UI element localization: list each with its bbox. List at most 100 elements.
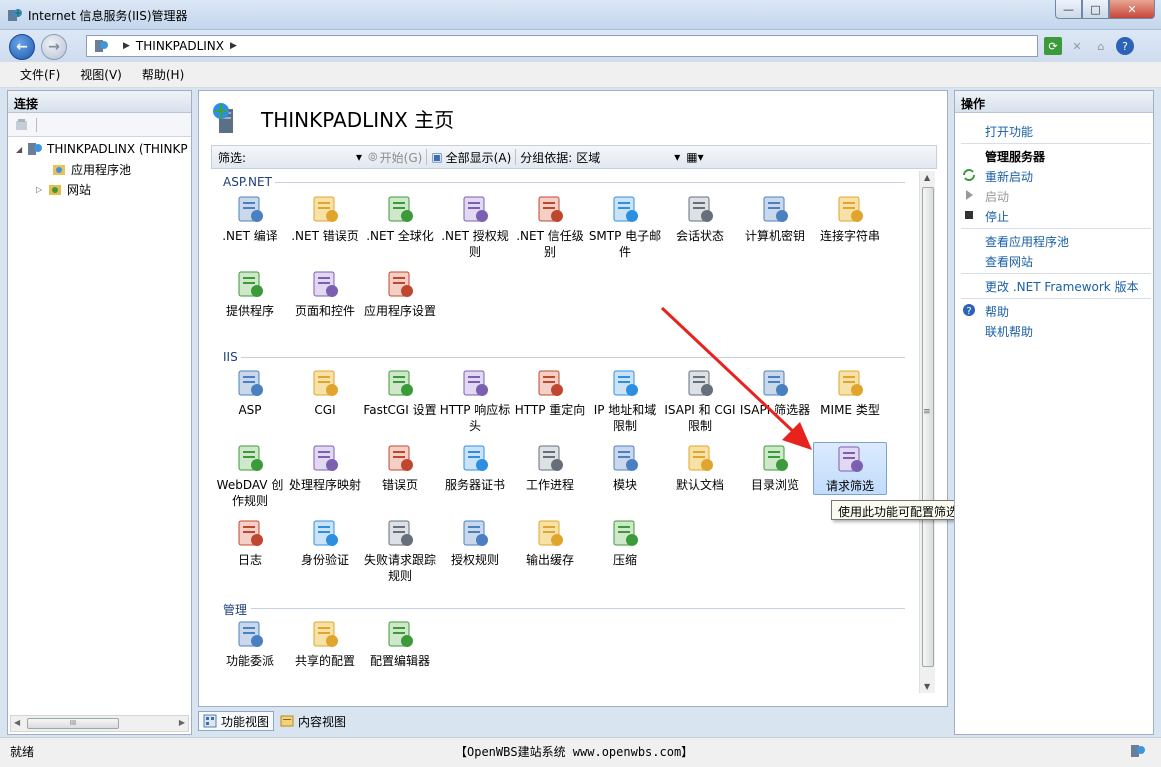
feature-item[interactable]: WebDAV 创作规则 bbox=[213, 442, 287, 509]
feature-item[interactable]: ISAPI 筛选器 bbox=[738, 367, 812, 418]
group-by-select[interactable]: 区域 ▾ bbox=[572, 148, 684, 166]
feature-icon bbox=[463, 196, 488, 222]
restart-link[interactable]: 重新启动 bbox=[985, 168, 1033, 185]
tree-node-label: 网站 bbox=[67, 183, 92, 197]
close-button[interactable]: ✕ bbox=[1109, 0, 1155, 19]
feature-item[interactable]: 请求筛选 bbox=[813, 442, 887, 495]
feature-icon bbox=[463, 370, 488, 396]
online-help-link[interactable]: 联机帮助 bbox=[985, 323, 1033, 340]
feature-item[interactable]: 失败请求跟踪规则 bbox=[363, 517, 437, 584]
feature-item[interactable]: 日志 bbox=[213, 517, 287, 568]
stop-link[interactable]: 停止 bbox=[985, 208, 1009, 225]
feature-icon bbox=[838, 446, 863, 472]
stop-icon[interactable]: ✕ bbox=[1068, 37, 1086, 55]
feature-item[interactable]: HTTP 响应标头 bbox=[438, 367, 512, 434]
feature-label: .NET 全球化 bbox=[366, 229, 434, 243]
home-icon[interactable]: ⌂ bbox=[1092, 37, 1110, 55]
feature-item[interactable]: 默认文档 bbox=[663, 442, 737, 493]
tree-node-sites[interactable]: ▷ 网站 bbox=[36, 181, 91, 198]
change-framework-link[interactable]: 更改 .NET Framework 版本 bbox=[985, 278, 1139, 295]
feature-label: 处理程序映射 bbox=[288, 478, 361, 492]
feature-icon bbox=[838, 370, 863, 396]
tab-features-view[interactable]: 功能视图 bbox=[198, 711, 275, 731]
feature-label: 默认文档 bbox=[675, 478, 724, 492]
start-filter-button[interactable]: 开始(G) bbox=[380, 149, 423, 166]
feature-item[interactable]: 授权规则 bbox=[438, 517, 512, 568]
feature-item[interactable]: 输出缓存 bbox=[513, 517, 587, 568]
breadcrumb-server[interactable]: THINKPADLINX bbox=[136, 39, 224, 53]
feature-item[interactable]: 压缩 bbox=[588, 517, 662, 568]
feature-item[interactable]: 错误页 bbox=[363, 442, 437, 493]
expander-icon[interactable]: ◢ bbox=[16, 145, 25, 154]
feature-item[interactable]: ASP bbox=[213, 367, 287, 418]
menu-help[interactable]: 帮助(H) bbox=[142, 66, 184, 83]
feature-item[interactable]: HTTP 重定向 bbox=[513, 367, 587, 418]
app-pool-icon bbox=[53, 164, 65, 175]
tree-node-server[interactable]: ◢ THINKPADLINX (THINKP bbox=[16, 141, 188, 157]
feature-item[interactable]: 处理程序映射 bbox=[288, 442, 362, 493]
breadcrumb-separator: ▶ bbox=[123, 41, 130, 51]
feature-item[interactable]: CGI bbox=[288, 367, 362, 418]
open-feature-link[interactable]: 打开功能 bbox=[985, 123, 1033, 140]
feature-item[interactable]: 应用程序设置 bbox=[363, 268, 437, 319]
feature-label: 应用程序设置 bbox=[363, 304, 436, 318]
feature-icon bbox=[313, 271, 338, 297]
connections-hscroll[interactable]: ◀ III ▶ bbox=[10, 715, 189, 732]
forward-button[interactable]: → bbox=[41, 34, 67, 60]
expander-icon[interactable]: ▷ bbox=[36, 185, 45, 194]
feature-label: WebDAV 创作规则 bbox=[216, 478, 284, 508]
tree-node-label: THINKPADLINX (THINKP bbox=[47, 142, 188, 156]
scroll-thumb[interactable]: III bbox=[27, 718, 119, 729]
features-vscroll[interactable]: ▲ ≡ ▼ bbox=[919, 171, 935, 693]
feature-item[interactable]: FastCGI 设置 bbox=[363, 367, 437, 418]
minimize-button[interactable]: — bbox=[1055, 0, 1082, 19]
scroll-down-icon[interactable]: ▼ bbox=[924, 682, 930, 691]
feature-item[interactable]: .NET 全球化 bbox=[363, 193, 437, 244]
feature-item[interactable]: 共享的配置 bbox=[288, 618, 362, 669]
start-link[interactable]: 启动 bbox=[985, 188, 1009, 205]
menu-view[interactable]: 视图(V) bbox=[80, 66, 122, 83]
feature-item[interactable]: 页面和控件 bbox=[288, 268, 362, 319]
show-all-button[interactable]: 全部显示(A) bbox=[446, 149, 512, 166]
group-by-value: 区域 bbox=[576, 150, 601, 165]
filter-input[interactable]: ▾ bbox=[246, 148, 366, 166]
feature-item[interactable]: 计算机密钥 bbox=[738, 193, 812, 244]
scroll-thumb[interactable] bbox=[922, 187, 934, 667]
feature-item[interactable]: MIME 类型 bbox=[813, 367, 887, 418]
feature-label: CGI bbox=[314, 403, 336, 417]
feature-item[interactable]: 会话状态 bbox=[663, 193, 737, 244]
maximize-button[interactable]: □ bbox=[1082, 0, 1109, 19]
view-mode-icon[interactable]: ▦▾ bbox=[686, 150, 703, 164]
breadcrumb-separator[interactable]: ▶ bbox=[230, 41, 237, 51]
menu-file[interactable]: 文件(F) bbox=[20, 66, 60, 83]
feature-item[interactable]: .NET 编译 bbox=[213, 193, 287, 244]
scroll-right-icon[interactable]: ▶ bbox=[179, 718, 185, 727]
feature-item[interactable]: 目录浏览 bbox=[738, 442, 812, 493]
feature-item[interactable]: .NET 授权规则 bbox=[438, 193, 512, 260]
feature-item[interactable]: 身份验证 bbox=[288, 517, 362, 568]
address-bar[interactable]: ▶ THINKPADLINX ▶ bbox=[86, 35, 1038, 57]
scroll-left-icon[interactable]: ◀ bbox=[14, 718, 20, 727]
feature-item[interactable]: .NET 信任级别 bbox=[513, 193, 587, 260]
feature-item[interactable]: 连接字符串 bbox=[813, 193, 887, 244]
new-connection-icon[interactable] bbox=[14, 117, 30, 133]
view-app-pools-link[interactable]: 查看应用程序池 bbox=[985, 233, 1069, 250]
view-sites-link[interactable]: 查看网站 bbox=[985, 253, 1033, 270]
feature-item[interactable]: 配置编辑器 bbox=[363, 618, 437, 669]
help-icon[interactable]: ? bbox=[1116, 37, 1134, 55]
feature-item[interactable]: .NET 错误页 bbox=[288, 193, 362, 244]
back-button[interactable]: ← bbox=[9, 34, 35, 60]
feature-item[interactable]: 服务器证书 bbox=[438, 442, 512, 493]
feature-item[interactable]: IP 地址和域限制 bbox=[588, 367, 662, 434]
tab-content-view[interactable]: 内容视图 bbox=[276, 711, 350, 731]
scroll-up-icon[interactable]: ▲ bbox=[924, 173, 930, 182]
help-link[interactable]: 帮助 bbox=[985, 303, 1009, 320]
feature-item[interactable]: 工作进程 bbox=[513, 442, 587, 493]
feature-item[interactable]: ISAPI 和 CGI 限制 bbox=[663, 367, 737, 434]
feature-item[interactable]: 模块 bbox=[588, 442, 662, 493]
feature-item[interactable]: 提供程序 bbox=[213, 268, 287, 319]
tree-node-app-pools[interactable]: 应用程序池 bbox=[40, 161, 131, 178]
feature-item[interactable]: SMTP 电子邮件 bbox=[588, 193, 662, 260]
feature-item[interactable]: 功能委派 bbox=[213, 618, 287, 669]
refresh-icon[interactable]: ⟳ bbox=[1044, 37, 1062, 55]
